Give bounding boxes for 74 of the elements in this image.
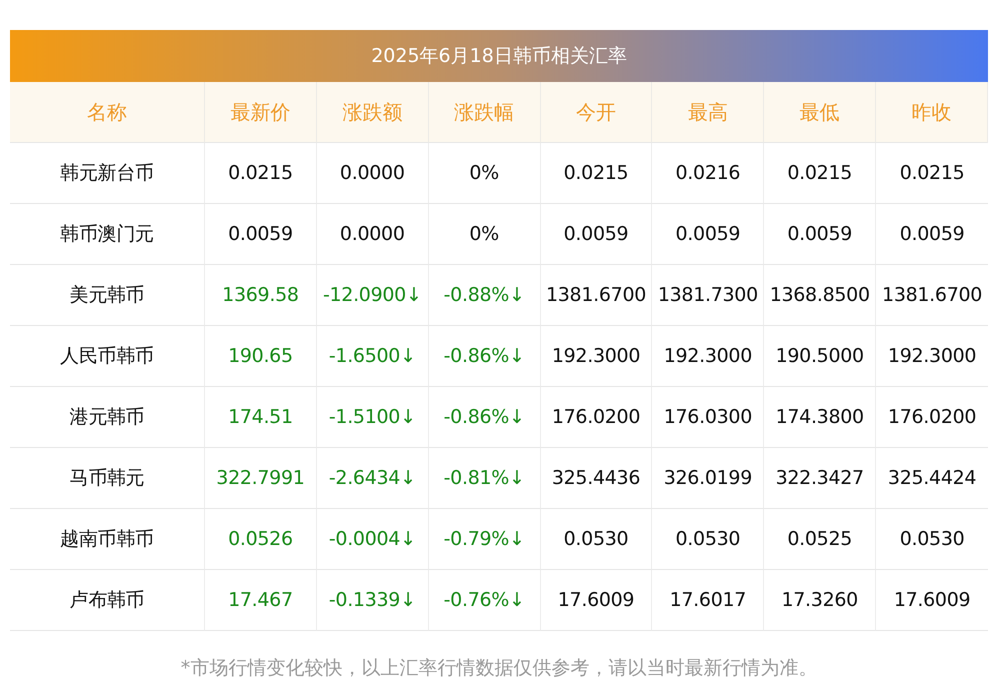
table-cell: 176.0200: [876, 387, 988, 448]
column-header: 最高: [652, 82, 764, 143]
table-cell: -0.1339↓: [316, 570, 429, 631]
table-cell: -0.86%↓: [428, 387, 541, 448]
table-cell: 港元韩币: [10, 387, 205, 448]
column-header: 涨跌幅: [428, 82, 541, 143]
column-header: 涨跌额: [316, 82, 429, 143]
table-title: 2025年6月18日韩币相关汇率: [10, 30, 988, 82]
table-cell: 0.0215: [205, 143, 317, 204]
table-cell: -0.0004↓: [316, 509, 429, 570]
table-cell: 0.0059: [876, 204, 988, 265]
table-cell: 0.0059: [205, 204, 317, 265]
table-cell: 17.3260: [764, 570, 876, 631]
table-cell: 190.5000: [764, 326, 876, 387]
column-header: 昨收: [876, 82, 988, 143]
table-cell: 0.0000: [316, 204, 429, 265]
table-cell: 1368.8500: [764, 265, 876, 326]
table-cell: 0.0216: [652, 143, 764, 204]
table-cell: 卢布韩币: [10, 570, 205, 631]
table-cell: 马币韩元: [10, 448, 205, 509]
table-cell: 0%: [428, 143, 541, 204]
table-cell: -2.6434↓: [316, 448, 429, 509]
table-cell: 0.0530: [876, 509, 988, 570]
table-cell: -0.79%↓: [428, 509, 541, 570]
disclaimer-note: *市场行情变化较快，以上汇率行情数据仅供参考，请以当时最新行情为准。: [180, 656, 818, 681]
table-cell: 美元韩币: [10, 265, 205, 326]
table-cell: -0.76%↓: [428, 570, 541, 631]
table-cell: 越南币韩币: [10, 509, 205, 570]
table-cell: 0.0525: [764, 509, 876, 570]
table-cell: 176.0200: [540, 387, 652, 448]
table-cell: 192.3000: [652, 326, 764, 387]
table-cell: 1381.6700: [876, 265, 988, 326]
table-cell: 0%: [428, 204, 541, 265]
table-cell: 0.0059: [764, 204, 876, 265]
table-cell: 17.6009: [540, 570, 652, 631]
table-cell: 韩元新台币: [10, 143, 205, 204]
table-cell: -0.81%↓: [428, 448, 541, 509]
table-cell: -0.88%↓: [428, 265, 541, 326]
table-cell: 1369.58: [205, 265, 317, 326]
table-cell: 0.0530: [540, 509, 652, 570]
table-cell: 325.4424: [876, 448, 988, 509]
table-cell: 人民币韩币: [10, 326, 205, 387]
table-cell: 192.3000: [876, 326, 988, 387]
table-cell: 0.0059: [540, 204, 652, 265]
table-cell: 0.0526: [205, 509, 317, 570]
table-cell: 17.6009: [876, 570, 988, 631]
table-cell: 0.0215: [540, 143, 652, 204]
table-cell: 韩币澳门元: [10, 204, 205, 265]
table-cell: 174.51: [205, 387, 317, 448]
table-cell: 325.4436: [540, 448, 652, 509]
table-cell: 174.3800: [764, 387, 876, 448]
table-cell: 0.0215: [764, 143, 876, 204]
table-cell: 0.0000: [316, 143, 429, 204]
table-cell: -12.0900↓: [316, 265, 429, 326]
table-cell: 17.467: [205, 570, 317, 631]
table-cell: 176.0300: [652, 387, 764, 448]
table-cell: 322.7991: [205, 448, 317, 509]
column-header: 今开: [540, 82, 652, 143]
table-cell: -1.5100↓: [316, 387, 429, 448]
column-header: 最低: [764, 82, 876, 143]
table-cell: 322.3427: [764, 448, 876, 509]
table-cell: 192.3000: [540, 326, 652, 387]
column-header: 名称: [10, 82, 205, 143]
table-cell: 0.0059: [652, 204, 764, 265]
table-cell: 1381.7300: [652, 265, 764, 326]
table-cell: 0.0530: [652, 509, 764, 570]
column-header: 最新价: [205, 82, 317, 143]
table-cell: -1.6500↓: [316, 326, 429, 387]
table-cell: -0.86%↓: [428, 326, 541, 387]
table-cell: 190.65: [205, 326, 317, 387]
table-cell: 0.0215: [876, 143, 988, 204]
table-cell: 326.0199: [652, 448, 764, 509]
table-cell: 1381.6700: [540, 265, 652, 326]
table-cell: 17.6017: [652, 570, 764, 631]
